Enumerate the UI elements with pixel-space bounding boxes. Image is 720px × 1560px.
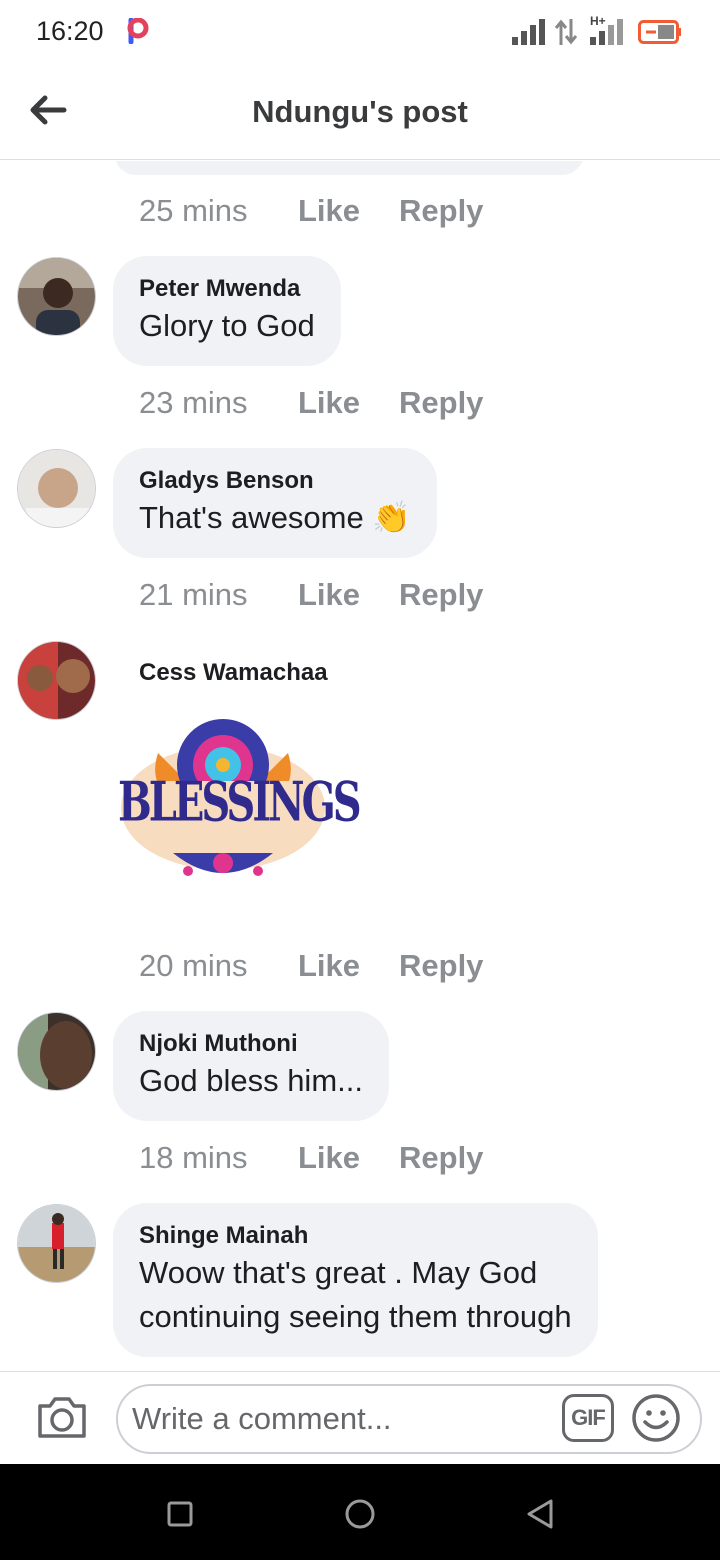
home-button[interactable] <box>340 1494 380 1534</box>
system-navigation-bar <box>0 1464 720 1560</box>
recents-square-icon <box>167 1501 193 1527</box>
like-button[interactable]: Like <box>298 1140 399 1176</box>
data-arrows-icon <box>554 19 578 45</box>
comment-input[interactable] <box>116 1384 702 1454</box>
home-circle-icon <box>345 1499 375 1529</box>
emoji-button[interactable] <box>631 1393 681 1443</box>
comment-author[interactable]: Shinge Mainah <box>139 1221 572 1251</box>
avatar[interactable] <box>17 1012 96 1091</box>
camera-button[interactable] <box>36 1394 88 1440</box>
comment-time: 20 mins <box>139 948 248 983</box>
comment-meta: 18 mins Like Reply <box>139 1140 483 1176</box>
like-button[interactable]: Like <box>298 948 399 984</box>
reply-button[interactable]: Reply <box>399 948 483 984</box>
comment-time: 21 mins <box>139 577 248 612</box>
comment-text-line: Woow that's great . May God <box>139 1255 538 1290</box>
avatar[interactable] <box>17 449 96 528</box>
like-button[interactable]: Like <box>298 193 399 229</box>
blessings-sticker[interactable]: BLESSINGS <box>118 713 362 893</box>
comment-time: 18 mins <box>139 1140 248 1175</box>
comment-bubble[interactable]: Njoki Muthoni God bless him... <box>113 1011 389 1121</box>
like-button[interactable]: Like <box>298 385 399 421</box>
comment-author[interactable]: Peter Mwenda <box>139 274 315 304</box>
status-bar: 16:20 H+ <box>0 0 720 64</box>
reply-button[interactable]: Reply <box>399 577 483 613</box>
comment-bubble[interactable]: Shinge Mainah Woow that's great . May Go… <box>113 1203 598 1357</box>
comment-meta: 23 mins Like Reply <box>139 385 483 421</box>
gif-button[interactable]: GIF <box>562 1394 614 1442</box>
comment-author[interactable]: Gladys Benson <box>139 466 411 496</box>
post-header: Ndungu's post <box>0 64 720 160</box>
signal-bars-icon <box>590 19 623 45</box>
reply-button[interactable]: Reply <box>399 193 483 229</box>
battery-icon <box>638 20 681 44</box>
app-badge-icon <box>127 18 149 44</box>
comment-author[interactable]: Cess Wamachaa <box>139 659 328 687</box>
comment-text: God bless him... <box>139 1063 363 1098</box>
comment-time: 23 mins <box>139 385 248 420</box>
camera-icon <box>38 1397 86 1438</box>
avatar[interactable] <box>17 257 96 336</box>
comment-meta: 21 mins Like Reply <box>139 577 483 613</box>
like-button[interactable]: Like <box>298 577 399 613</box>
avatar[interactable] <box>17 1204 96 1283</box>
reply-button[interactable]: Reply <box>399 385 483 421</box>
comment-bubble[interactable]: Gladys Benson That's awesome 👏 <box>113 448 437 558</box>
reply-button[interactable]: Reply <box>399 1140 483 1176</box>
signal-bars-icon <box>512 19 545 45</box>
comment-meta: 25 mins Like Reply <box>139 193 483 229</box>
comment-composer: GIF <box>0 1371 720 1464</box>
comment-time: 25 mins <box>139 193 248 228</box>
comment-text: That's awesome 👏 <box>139 500 411 535</box>
page-title: Ndungu's post <box>252 94 468 129</box>
comment-text: Glory to God <box>139 308 315 343</box>
comment-bubble[interactable]: Peter Mwenda Glory to God <box>113 256 341 366</box>
comment-list: 25 mins Like Reply Peter Mwenda Glory to… <box>0 161 720 1371</box>
sticker-text: BLESSINGS <box>118 770 362 835</box>
comment-bubble[interactable] <box>114 161 584 175</box>
avatar[interactable] <box>17 641 96 720</box>
back-triangle-icon <box>527 1499 553 1529</box>
status-time: 16:20 <box>36 16 104 46</box>
comment-meta: 20 mins Like Reply <box>139 948 483 984</box>
smiley-icon <box>632 1394 680 1442</box>
comment-author[interactable]: Njoki Muthoni <box>139 1029 363 1059</box>
recents-button[interactable] <box>160 1494 200 1534</box>
system-back-button[interactable] <box>520 1494 560 1534</box>
comment-text-line: continuing seeing them through <box>139 1299 572 1334</box>
